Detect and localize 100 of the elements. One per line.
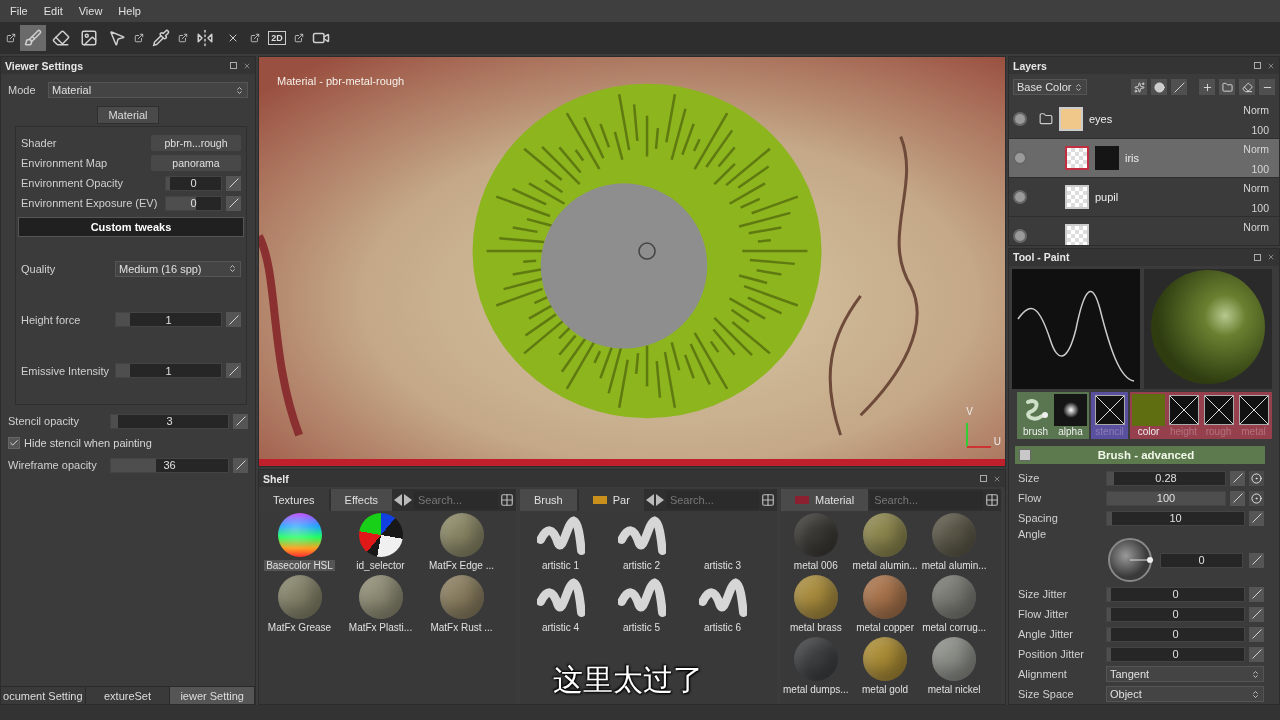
- item-label[interactable]: metal 006: [791, 560, 840, 571]
- pressure-button[interactable]: [1249, 470, 1264, 486]
- edit-button[interactable]: [1249, 586, 1264, 602]
- slider-field[interactable]: 0: [1106, 626, 1245, 642]
- item-label[interactable]: Basecolor HSL: [264, 560, 335, 571]
- mask-button[interactable]: [1151, 79, 1167, 95]
- remove-layer-button[interactable]: [1259, 79, 1275, 95]
- angle-dial-icon[interactable]: [1106, 536, 1154, 584]
- shelf-tab[interactable]: Effects: [330, 489, 392, 511]
- blend-mode[interactable]: Norm: [1243, 143, 1269, 155]
- edit-button[interactable]: [233, 457, 248, 473]
- slider-field[interactable]: 1: [115, 363, 222, 378]
- undock-icon[interactable]: [1254, 62, 1261, 69]
- slider-field[interactable]: 100: [1106, 490, 1226, 506]
- effect-button[interactable]: [1131, 79, 1147, 95]
- item-label[interactable]: artistic 1: [539, 560, 582, 571]
- menu-item[interactable]: File: [4, 3, 34, 19]
- paint-button[interactable]: [1171, 79, 1187, 95]
- edit-button[interactable]: [226, 312, 241, 327]
- panel-tab[interactable]: ocument Setting: [1, 687, 86, 704]
- slider-field[interactable]: 3: [110, 413, 229, 429]
- dropdown[interactable]: Tangent: [1106, 666, 1264, 682]
- dropdown[interactable]: Medium (16 spp): [115, 260, 241, 277]
- panel-tab[interactable]: iewer Setting: [170, 687, 255, 704]
- slot-label[interactable]: brush: [1023, 426, 1048, 438]
- item-label[interactable]: metal dumps...: [781, 684, 851, 695]
- undock-icon[interactable]: [1254, 253, 1261, 261]
- layer-opacity[interactable]: 100: [1251, 202, 1269, 214]
- add-layer-button[interactable]: [1199, 79, 1215, 95]
- item-label[interactable]: metal alumin...: [850, 560, 920, 571]
- edit-button[interactable]: [1249, 552, 1264, 568]
- fill-layer-button[interactable]: [1239, 79, 1255, 95]
- item-label[interactable]: MatFx Rust ...: [428, 622, 495, 633]
- edit-button[interactable]: [1249, 646, 1264, 662]
- shelf-tab[interactable]: Material: [781, 489, 869, 511]
- edit-button[interactable]: [226, 195, 241, 211]
- item-label[interactable]: artistic 5: [620, 622, 663, 633]
- slot-label[interactable]: alpha: [1058, 426, 1083, 438]
- slider-field[interactable]: 0: [1106, 606, 1245, 622]
- checkbox[interactable]: [1019, 449, 1031, 462]
- checkbox[interactable]: [8, 437, 20, 449]
- layer-opacity[interactable]: 100: [1251, 124, 1269, 136]
- menu-item[interactable]: Edit: [37, 3, 69, 19]
- blend-mode[interactable]: Norm: [1243, 104, 1269, 116]
- slider-field[interactable]: 0: [1106, 586, 1245, 602]
- close-icon[interactable]: [1267, 61, 1275, 70]
- close-icon[interactable]: [993, 474, 1001, 483]
- item-label[interactable]: metal brass: [787, 622, 844, 633]
- slot-label[interactable]: color: [1137, 426, 1160, 438]
- left-arrow-icon[interactable]: [394, 494, 402, 506]
- slider-field[interactable]: 0: [1106, 646, 1245, 662]
- edit-button[interactable]: [1230, 470, 1245, 486]
- add-folder-button[interactable]: [1219, 79, 1235, 95]
- undock-icon[interactable]: [980, 475, 987, 482]
- item-label[interactable]: metal corrug...: [920, 622, 989, 633]
- channel-dropdown[interactable]: Base Color: [1013, 79, 1087, 95]
- item-label[interactable]: metal alumin...: [919, 560, 989, 571]
- section-tab[interactable]: Material: [97, 106, 159, 124]
- toolbar-button[interactable]: 2D: [264, 25, 290, 51]
- value-button[interactable]: pbr-m...rough: [151, 135, 241, 151]
- blend-mode[interactable]: Norm: [1243, 182, 1269, 194]
- grid-view-icon[interactable]: [500, 493, 514, 507]
- item-label[interactable]: metal copper: [854, 622, 916, 633]
- item-label[interactable]: artistic 2: [620, 560, 663, 571]
- shelf-tab[interactable]: Brush: [520, 489, 577, 511]
- blend-mode[interactable]: Norm: [1243, 221, 1269, 233]
- item-label[interactable]: artistic 6: [701, 622, 744, 633]
- shelf-tab[interactable]: Par: [578, 489, 644, 511]
- angle-field[interactable]: 0: [1160, 552, 1243, 568]
- close-icon[interactable]: [243, 61, 251, 70]
- edit-button[interactable]: [1249, 606, 1264, 622]
- slider-field[interactable]: 36: [110, 457, 229, 473]
- visibility-icon[interactable]: [1013, 190, 1027, 204]
- edit-button[interactable]: [233, 413, 248, 429]
- value-button[interactable]: panorama: [151, 155, 241, 171]
- item-label[interactable]: MatFx Edge ...: [427, 560, 496, 571]
- section-header[interactable]: Brush - advanced: [1015, 446, 1265, 464]
- dropdown[interactable]: Object: [1106, 686, 1264, 702]
- edit-button[interactable]: [1249, 510, 1264, 526]
- edit-button[interactable]: [1230, 490, 1245, 506]
- visibility-icon[interactable]: [1013, 229, 1027, 243]
- menu-item[interactable]: View: [72, 3, 109, 19]
- shelf-tab[interactable]: Textures: [259, 489, 329, 511]
- layer-opacity[interactable]: 100: [1251, 163, 1269, 175]
- pressure-button[interactable]: [1249, 490, 1264, 506]
- slider-field[interactable]: 0: [165, 195, 222, 211]
- grid-view-icon[interactable]: [761, 493, 775, 507]
- slider-field[interactable]: 1: [115, 312, 222, 327]
- grid-view-icon[interactable]: [985, 493, 999, 507]
- item-label[interactable]: metal gold: [860, 684, 911, 695]
- slider-field[interactable]: 0.28: [1106, 470, 1226, 486]
- item-label[interactable]: MatFx Grease: [265, 622, 334, 633]
- edit-button[interactable]: [226, 175, 241, 191]
- item-label[interactable]: MatFx Plasti...: [346, 622, 415, 633]
- layer-row[interactable]: iris Norm 100: [1009, 139, 1279, 178]
- left-arrow-icon[interactable]: [645, 494, 654, 506]
- search-field[interactable]: Search...: [870, 491, 983, 509]
- undock-icon[interactable]: [230, 62, 237, 69]
- mode-dropdown[interactable]: Material: [48, 82, 248, 98]
- edit-button[interactable]: [1249, 626, 1264, 642]
